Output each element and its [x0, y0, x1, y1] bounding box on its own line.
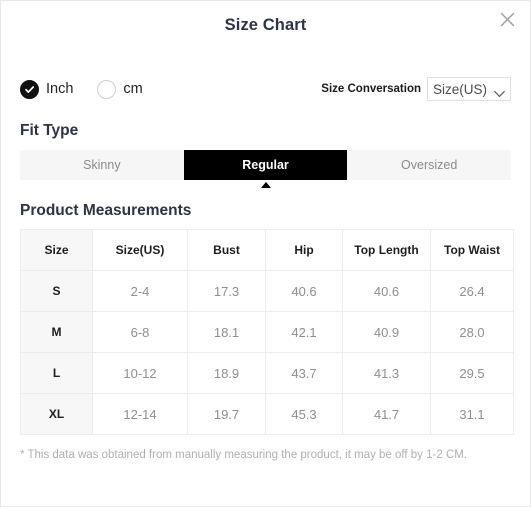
cell-size: XL — [20, 393, 93, 435]
cell-hip: 42.1 — [265, 311, 343, 353]
cell-hip: 45.3 — [265, 393, 343, 435]
size-conversion-value: Size(US) — [433, 81, 488, 97]
cell-top-length: 41.3 — [342, 352, 431, 394]
table-row: XL 12-14 19.7 45.3 41.7 31.1 — [20, 393, 514, 435]
cell-bust: 18.9 — [187, 352, 266, 394]
radio-checked-icon[interactable] — [20, 79, 39, 99]
cell-size-us: 10-12 — [92, 352, 188, 394]
fit-type-heading: Fit Type — [20, 122, 79, 139]
cell-top-waist: 29.5 — [430, 352, 514, 394]
page-title: Size Chart — [224, 16, 307, 34]
cell-top-waist: 26.4 — [430, 270, 514, 312]
cell-top-waist: 31.1 — [430, 393, 514, 435]
cell-size-us: 2-4 — [92, 270, 188, 312]
table-row: S 2-4 17.3 40.6 40.6 26.4 — [20, 270, 514, 312]
cell-size-us: 12-14 — [92, 393, 188, 435]
cell-bust: 19.7 — [187, 393, 266, 435]
cell-top-length: 40.6 — [342, 270, 431, 312]
column-header-hip: Hip — [265, 229, 343, 271]
size-conversion-label: Size Conversation — [321, 83, 421, 95]
triangle-up-icon — [260, 182, 271, 188]
fit-type-tabs: Skinny Regular Oversized — [20, 150, 512, 180]
cell-top-waist: 28.0 — [430, 311, 514, 353]
size-conversion-group: Size Conversation Size(US) — [321, 77, 511, 101]
cell-top-length: 41.7 — [342, 393, 431, 435]
column-header-top-waist: Top Waist — [430, 229, 514, 271]
table-row: L 10-12 18.9 43.7 41.3 29.5 — [20, 352, 514, 394]
size-measurements-table: Size Size(US) Bust Hip Top Length Top Wa… — [20, 229, 514, 435]
unit-option-inch-label: Inch — [46, 81, 74, 97]
unit-radio-group: Inch cm — [20, 79, 167, 99]
table-row: M 6-8 18.1 42.1 40.9 28.0 — [20, 311, 514, 353]
product-measurements-heading: Product Measurements — [20, 202, 192, 219]
cell-size-us: 6-8 — [92, 311, 188, 353]
cell-size: M — [20, 311, 93, 353]
unit-option-cm[interactable]: cm — [97, 79, 143, 99]
cell-hip: 43.7 — [265, 352, 343, 394]
column-header-bust: Bust — [187, 229, 266, 271]
cell-size: S — [20, 270, 93, 312]
column-header-size-us: Size(US) — [92, 229, 188, 271]
cell-bust: 17.3 — [187, 270, 266, 312]
chevron-down-icon — [494, 85, 505, 98]
tab-regular[interactable]: Regular — [183, 150, 348, 180]
close-icon[interactable] — [495, 7, 519, 31]
cell-top-length: 40.9 — [342, 311, 431, 353]
table-header-row: Size Size(US) Bust Hip Top Length Top Wa… — [20, 229, 514, 271]
column-header-top-length: Top Length — [342, 229, 431, 271]
fit-type-indicator-row — [20, 180, 511, 192]
unit-selector-row: Inch cm Size Conversation Size(US) — [1, 74, 530, 104]
size-chart-modal: Size Chart Inch cm Size Conversation Siz… — [0, 0, 531, 507]
measurement-disclaimer: * This data was obtained from manually m… — [20, 449, 468, 461]
tab-skinny[interactable]: Skinny — [20, 150, 184, 180]
size-conversion-select[interactable]: Size(US) — [427, 77, 511, 101]
tab-oversized[interactable]: Oversized — [347, 150, 512, 180]
column-header-size: Size — [20, 229, 93, 271]
cell-bust: 18.1 — [187, 311, 266, 353]
unit-option-cm-label: cm — [123, 81, 143, 97]
cell-hip: 40.6 — [265, 270, 343, 312]
radio-unchecked-icon[interactable] — [97, 79, 117, 99]
cell-size: L — [20, 352, 93, 394]
unit-option-inch[interactable]: Inch — [20, 79, 74, 99]
